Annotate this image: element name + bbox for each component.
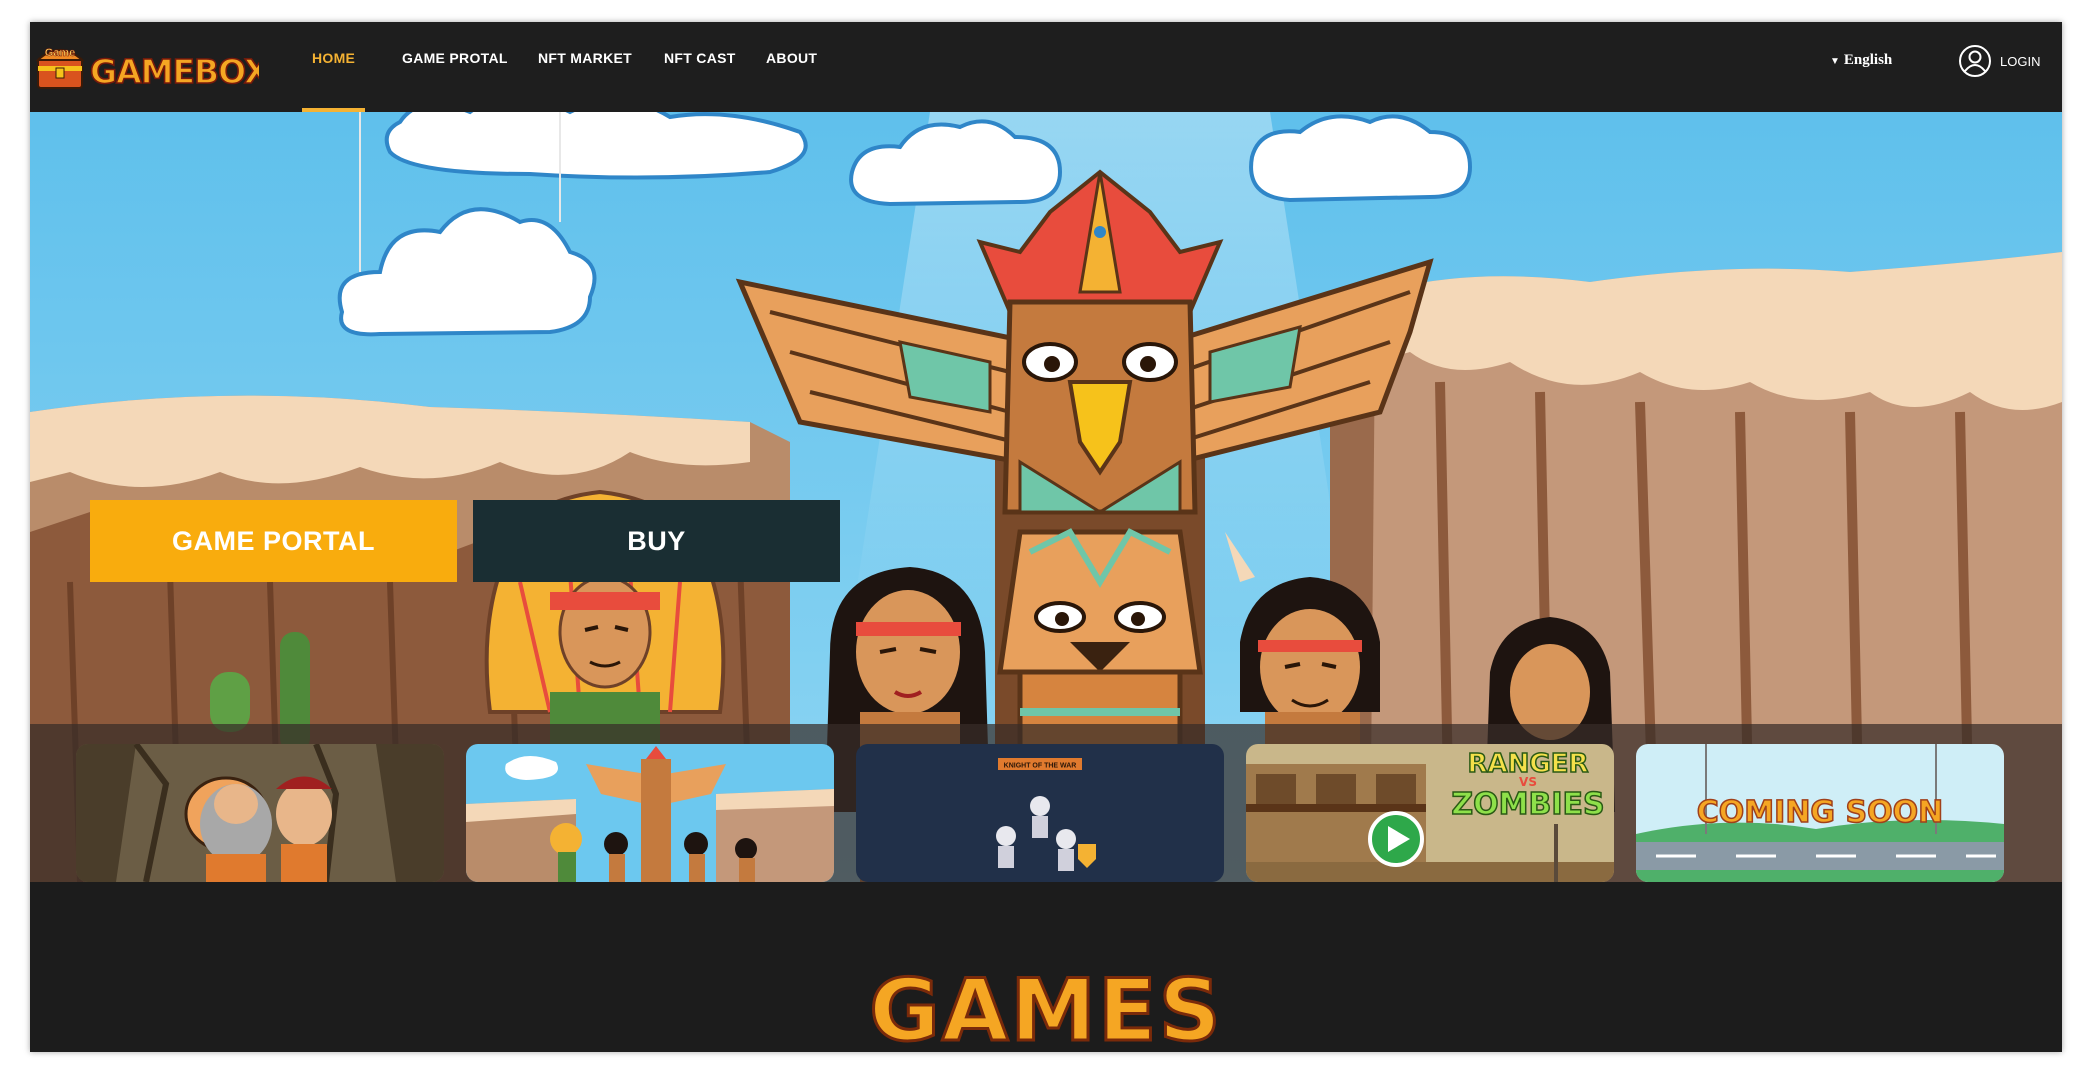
language-label: English xyxy=(1843,52,1893,68)
nav-home[interactable]: HOME xyxy=(302,50,366,112)
gamebox-logo[interactable]: Game GAMEBOX xyxy=(34,36,259,98)
thumbnail-caveman-game[interactable] xyxy=(76,744,444,882)
knight-game-title: KNIGHT OF THE WAR xyxy=(1004,763,1077,770)
nav-game-protal-label: GAME PROTAL xyxy=(402,50,508,66)
coming-soon-image: COMING SOON xyxy=(1636,744,2004,882)
nav-game-protal[interactable]: GAME PROTAL xyxy=(402,50,508,112)
nav-nft-cast[interactable]: NFT CAST xyxy=(664,50,736,112)
caveman-game-image xyxy=(76,744,444,882)
thumbnail-ranger-vs-zombies[interactable]: RANGER VS ZOMBIES xyxy=(1246,744,1614,882)
hero-banner: GAME PORTAL BUY KNIGHT OF THE WAR RANGER… xyxy=(30,112,2062,882)
games-heading: GAMES xyxy=(868,960,1222,1052)
caret-down-icon: ▼ xyxy=(1830,56,1840,67)
zombies-title: ZOMBIES xyxy=(1451,787,1604,822)
top-navbar: Game GAMEBOX HOME GAME PROTAL NFT MARKET… xyxy=(30,22,2062,112)
login-label: LOGIN xyxy=(2000,53,2041,69)
thumbnail-knight-game[interactable]: KNIGHT OF THE WAR xyxy=(856,744,1224,882)
nav-about[interactable]: ABOUT xyxy=(766,50,817,112)
cloud-1 xyxy=(384,112,808,180)
nav-about-label: ABOUT xyxy=(766,50,818,66)
knight-game-image: KNIGHT OF THE WAR xyxy=(856,744,1224,882)
games-section: GAMES xyxy=(30,882,2062,1052)
game-portal-button[interactable]: GAME PORTAL xyxy=(90,500,457,582)
game-thumbnail-strip: KNIGHT OF THE WAR RANGER VS ZOMBIES COMI… xyxy=(30,724,2062,882)
thumbnail-coming-soon[interactable]: COMING SOON xyxy=(1636,744,2004,882)
language-selector[interactable]: ▼ English xyxy=(1830,52,1892,69)
games-title-text: GAMES xyxy=(869,961,1222,1052)
logo-badge-text: Game xyxy=(45,47,76,59)
user-circle-icon xyxy=(1959,45,1991,77)
nav-nft-market-label: NFT MARKET xyxy=(538,50,632,66)
buy-button[interactable]: BUY xyxy=(473,500,840,582)
nav-home-label: HOME xyxy=(312,50,356,66)
coming-soon-title: COMING SOON xyxy=(1697,795,1943,830)
login-button[interactable]: LOGIN xyxy=(1958,44,2040,78)
nav-nft-cast-label: NFT CAST xyxy=(664,50,736,66)
thumbnail-totem-game[interactable] xyxy=(466,744,834,882)
totem-game-image xyxy=(466,744,834,882)
ranger-vs-zombies-image: RANGER VS ZOMBIES xyxy=(1246,744,1614,882)
logo-text: GAMEBOX xyxy=(90,52,259,91)
browser-frame: Game GAMEBOX HOME GAME PROTAL NFT MARKET… xyxy=(30,22,2062,1052)
nav-nft-market[interactable]: NFT MARKET xyxy=(538,50,632,112)
